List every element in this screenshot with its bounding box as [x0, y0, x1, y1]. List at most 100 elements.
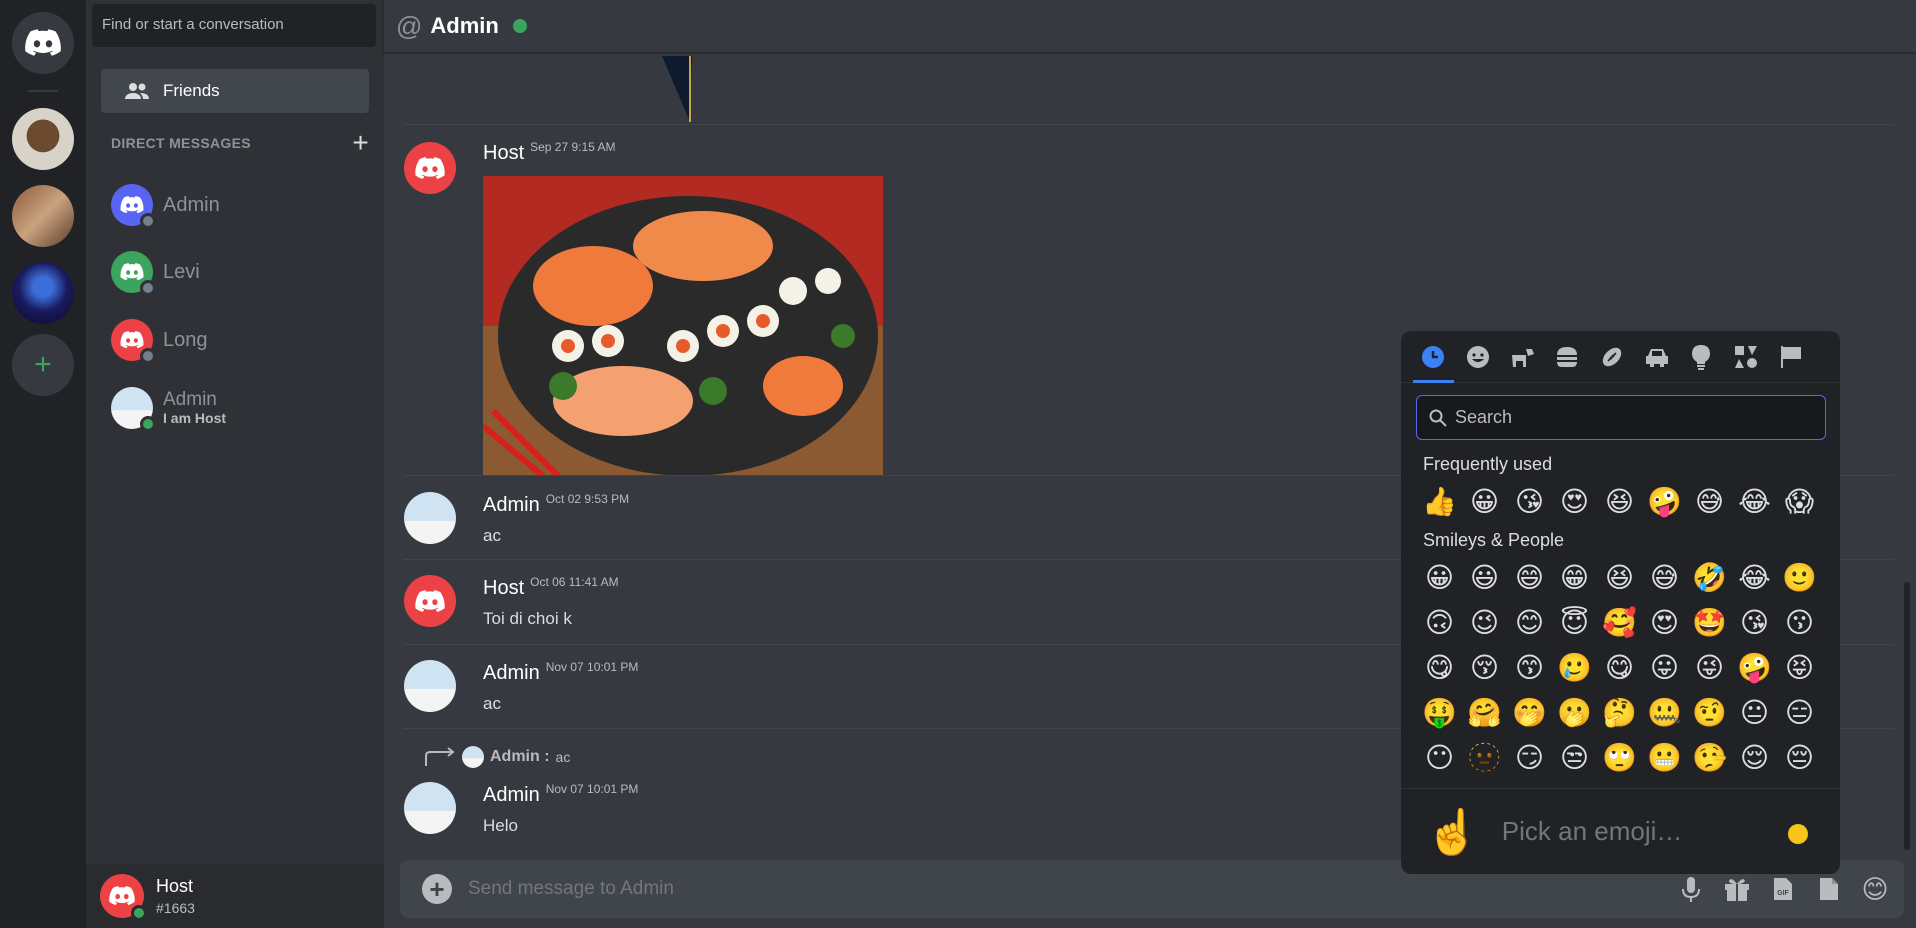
emoji-item[interactable]: 😝: [1777, 645, 1822, 690]
home-button[interactable]: [12, 12, 74, 74]
emoji-button-icon[interactable]: 😊: [1860, 874, 1890, 904]
dm-item-admin-host[interactable]: Admin I am Host: [111, 383, 369, 433]
flags-icon[interactable]: [1769, 331, 1814, 383]
emoji-item[interactable]: 😀: [1417, 555, 1462, 600]
gift-icon[interactable]: [1722, 874, 1752, 904]
server-icon-1[interactable]: [12, 108, 74, 170]
emoji-item[interactable]: 🥰: [1597, 600, 1642, 645]
server-icon-2[interactable]: [12, 185, 74, 247]
avatar[interactable]: [404, 782, 456, 834]
emoji-item[interactable]: 🤑: [1417, 690, 1462, 735]
dm-item-long[interactable]: Long: [111, 315, 369, 365]
avatar[interactable]: [404, 660, 456, 712]
emoji-item[interactable]: 😁: [1552, 555, 1597, 600]
emoji-item[interactable]: 😶: [1417, 735, 1462, 780]
gif-icon[interactable]: GIF: [1768, 874, 1798, 904]
emoji-item[interactable]: 😬: [1642, 735, 1687, 780]
emoji-item[interactable]: 😅: [1687, 479, 1732, 524]
emoji-item[interactable]: 🤔: [1597, 690, 1642, 735]
microphone-icon[interactable]: [1676, 874, 1706, 904]
avatar[interactable]: [404, 492, 456, 544]
emoji-item[interactable]: 😆: [1597, 555, 1642, 600]
emoji-item[interactable]: 😅: [1642, 555, 1687, 600]
emoji-item[interactable]: 😄: [1507, 555, 1552, 600]
travel-icon[interactable]: [1634, 331, 1679, 383]
message-author[interactable]: Host: [483, 142, 524, 164]
emoji-item[interactable]: 🥲: [1552, 645, 1597, 690]
search-conversation-input[interactable]: Find or start a conversation: [92, 4, 376, 47]
emoji-item[interactable]: 🙄: [1597, 735, 1642, 780]
emoji-item[interactable]: 🫥: [1462, 735, 1507, 780]
emoji-item[interactable]: 😊: [1507, 600, 1552, 645]
file-icon[interactable]: [1814, 874, 1844, 904]
message-author[interactable]: Admin: [483, 784, 540, 806]
emoji-item[interactable]: 👍: [1417, 479, 1462, 524]
emoji-item[interactable]: 😋: [1417, 645, 1462, 690]
emoji-item[interactable]: 😂: [1732, 479, 1777, 524]
emoji-item[interactable]: 🙂: [1777, 555, 1822, 600]
add-server-button[interactable]: +: [12, 334, 74, 396]
emoji-item[interactable]: 😃: [1462, 555, 1507, 600]
sushi-photo[interactable]: [483, 176, 883, 476]
dm-item-levi[interactable]: Levi: [111, 247, 369, 297]
objects-icon[interactable]: [1679, 331, 1724, 383]
emoji-item[interactable]: 🤭: [1507, 690, 1552, 735]
create-dm-plus-icon[interactable]: +: [352, 129, 369, 157]
emoji-item[interactable]: 😚: [1462, 645, 1507, 690]
emoji-item[interactable]: 😜: [1687, 645, 1732, 690]
emoji-item[interactable]: 😗: [1777, 600, 1822, 645]
emoji-item[interactable]: 😀: [1462, 479, 1507, 524]
message-author[interactable]: Admin: [483, 662, 540, 684]
emoji-item[interactable]: 😇: [1552, 600, 1597, 645]
discord-logo-icon: [120, 331, 144, 349]
friends-button[interactable]: Friends: [101, 69, 369, 113]
emoji-item[interactable]: 🤪: [1732, 645, 1777, 690]
user-avatar[interactable]: [100, 874, 147, 921]
emoji-item[interactable]: 😱: [1777, 479, 1822, 524]
emoji-item[interactable]: 😐: [1732, 690, 1777, 735]
emoji-item[interactable]: 😉: [1462, 600, 1507, 645]
emoji-item[interactable]: 😍: [1642, 600, 1687, 645]
activity-icon[interactable]: [1590, 331, 1635, 383]
emoji-item[interactable]: 🤥: [1687, 735, 1732, 780]
emoji-item[interactable]: 😙: [1507, 645, 1552, 690]
avatar[interactable]: [404, 142, 456, 194]
emoji-item[interactable]: 😒: [1552, 735, 1597, 780]
emoji-item[interactable]: 😍: [1552, 479, 1597, 524]
animal-icon[interactable]: [1500, 331, 1545, 383]
avatar[interactable]: [404, 575, 456, 627]
symbols-icon[interactable]: [1724, 331, 1769, 383]
skin-tone-selector[interactable]: [1788, 824, 1808, 844]
smiley-icon[interactable]: [1456, 331, 1501, 383]
emoji-item[interactable]: 🫢: [1552, 690, 1597, 735]
emoji-item[interactable]: 🤩: [1687, 600, 1732, 645]
emoji-item[interactable]: 😛: [1642, 645, 1687, 690]
message-timestamp: Sep 27 9:15 AM: [530, 140, 616, 154]
emoji-search-input[interactable]: Search: [1416, 395, 1826, 440]
emoji-item[interactable]: 🙃: [1417, 600, 1462, 645]
message-author[interactable]: Admin: [483, 494, 540, 516]
emoji-item[interactable]: 🤗: [1462, 690, 1507, 735]
message-input[interactable]: Send message to Admin: [468, 878, 674, 900]
server-icon-3[interactable]: [12, 262, 74, 324]
scrollbar[interactable]: [1904, 582, 1910, 850]
message-author[interactable]: Host: [483, 577, 524, 599]
emoji-item[interactable]: 😘: [1507, 479, 1552, 524]
food-icon[interactable]: [1545, 331, 1590, 383]
emoji-item[interactable]: 😂: [1732, 555, 1777, 600]
emoji-item[interactable]: 🤪: [1642, 479, 1687, 524]
emoji-item[interactable]: 😘: [1732, 600, 1777, 645]
emoji-item[interactable]: 😔: [1777, 735, 1822, 780]
emoji-item[interactable]: 🤐: [1642, 690, 1687, 735]
attach-plus-button[interactable]: +: [422, 874, 452, 904]
emoji-item[interactable]: 🤣: [1687, 555, 1732, 600]
recent-icon[interactable]: [1411, 331, 1456, 383]
emoji-item[interactable]: 😋: [1597, 645, 1642, 690]
emoji-item[interactable]: 😏: [1507, 735, 1552, 780]
emoji-item[interactable]: 😆: [1597, 479, 1642, 524]
emoji-item[interactable]: 😌: [1732, 735, 1777, 780]
emoji-item[interactable]: 🤨: [1687, 690, 1732, 735]
reply-reference[interactable]: Admin : ac: [424, 746, 570, 768]
dm-item-admin[interactable]: Admin: [111, 180, 369, 230]
emoji-item[interactable]: 😑: [1777, 690, 1822, 735]
